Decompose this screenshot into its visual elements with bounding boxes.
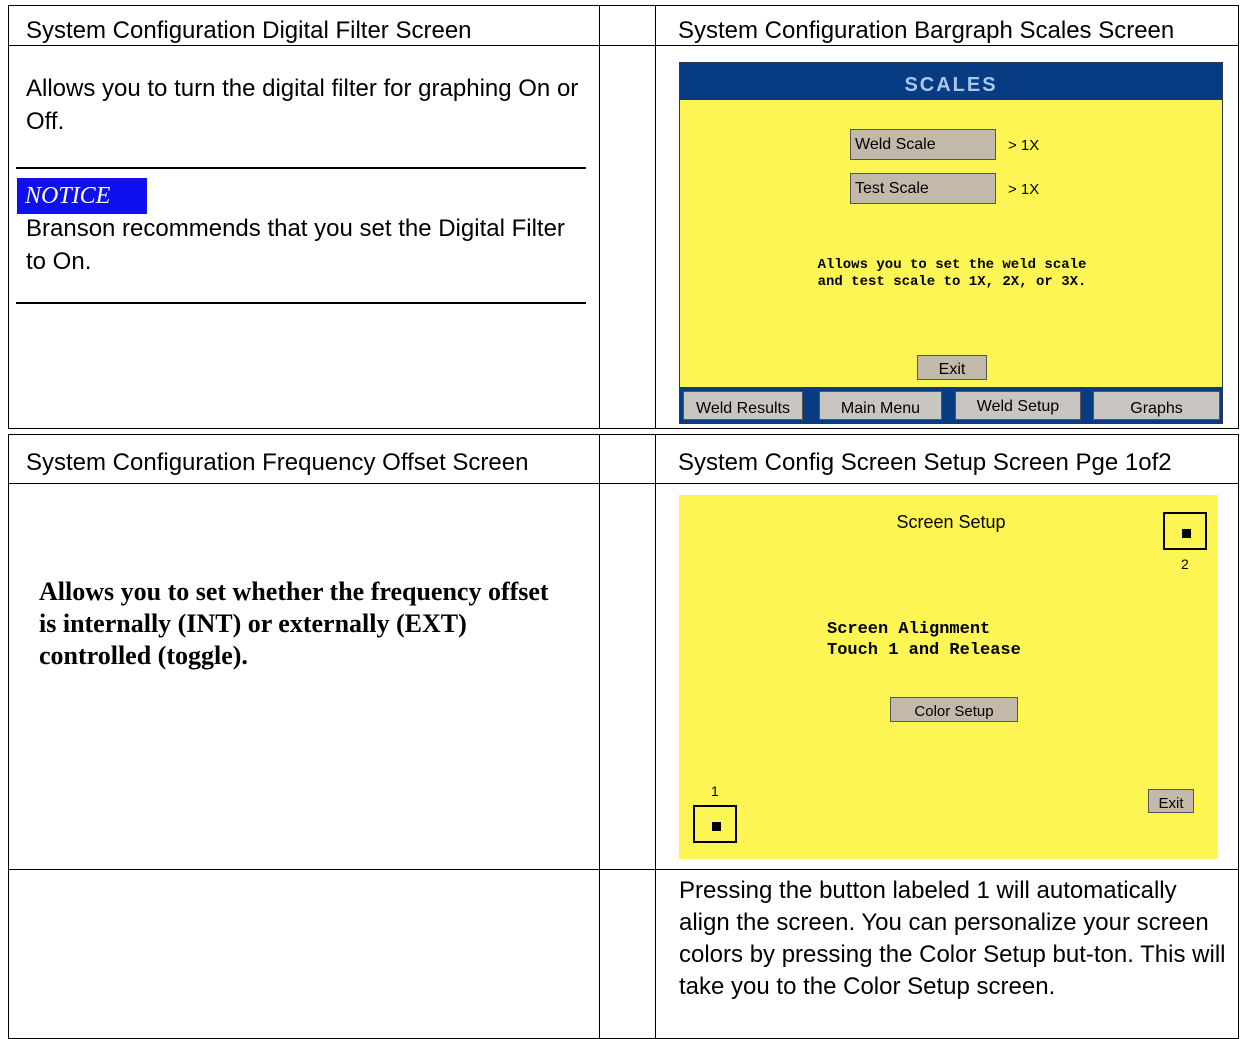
notice-bottom-rule <box>16 302 586 304</box>
notice-top-rule <box>16 167 586 169</box>
alignment-message: Screen Alignment Touch 1 and Release <box>827 620 1021 660</box>
exit-button[interactable]: Exit <box>917 355 987 380</box>
row3-spacer <box>599 869 656 1039</box>
color-setup-button[interactable]: Color Setup <box>890 697 1018 722</box>
test-scale-button[interactable]: Test Scale <box>850 173 996 204</box>
screen-setup-description: Pressing the button labeled 1 will autom… <box>679 877 1226 1000</box>
header-text: System Configuration Frequency Offset Sc… <box>26 449 529 476</box>
target-2-label: 2 <box>1181 556 1189 572</box>
frequency-offset-description: Allows you to set whether the frequency … <box>39 577 549 670</box>
header-text: System Configuration Bargraph Scales Scr… <box>678 17 1175 44</box>
weld-scale-value: > 1X <box>1008 137 1040 154</box>
row2-left-header: System Configuration Frequency Offset Sc… <box>8 434 600 484</box>
button-label: Weld Scale <box>855 136 936 153</box>
header-text: System Configuration Digital Filter Scre… <box>26 17 472 44</box>
row2-right-header: System Config Screen Setup Screen Pge 1o… <box>655 434 1239 484</box>
button-label: Color Setup <box>914 703 994 720</box>
target-1-label: 1 <box>711 783 719 799</box>
screen-setup-screen: Screen Setup 2 Screen Alignment Touch 1 … <box>679 495 1218 859</box>
bottom-nav-bar: Weld Results Main Menu Weld Setup Graphs <box>680 387 1222 423</box>
target-dot-icon <box>1182 529 1191 538</box>
alignment-target-1[interactable] <box>693 805 737 843</box>
row2-spacer-header <box>599 434 656 484</box>
row1-spacer-header <box>599 5 656 46</box>
screen-setup-title: Screen Setup <box>896 512 1006 532</box>
test-scale-value: > 1X <box>1008 181 1040 198</box>
digital-filter-description: Allows you to turn the digital filter fo… <box>26 75 579 135</box>
button-label: Exit <box>938 361 966 378</box>
row1-right-header: System Configuration Bargraph Scales Scr… <box>655 5 1239 46</box>
row3-left <box>8 869 600 1039</box>
alignment-target-2[interactable] <box>1163 512 1207 550</box>
notice-label: NOTICE <box>17 178 147 214</box>
scales-screen: SCALES Weld Scale > 1X Test Scale > 1X A… <box>679 62 1223 424</box>
button-label: Test Scale <box>855 180 929 197</box>
button-label: Exit <box>1158 795 1184 812</box>
scales-message: Allows you to set the weld scale and tes… <box>817 257 1087 290</box>
target-dot-icon <box>712 822 721 831</box>
nav-main-menu-button[interactable]: Main Menu <box>819 391 942 420</box>
header-text: System Config Screen Setup Screen Pge 1o… <box>678 449 1172 476</box>
nav-weld-results-button[interactable]: Weld Results <box>683 391 803 420</box>
weld-scale-button[interactable]: Weld Scale <box>850 129 996 160</box>
row2-spacer-body <box>599 483 656 870</box>
scales-title: SCALES <box>680 63 1222 100</box>
notice-text: Branson recommends that you set the Digi… <box>26 215 565 275</box>
row1-left-header: System Configuration Digital Filter Scre… <box>8 5 600 46</box>
nav-graphs-button[interactable]: Graphs <box>1093 391 1220 420</box>
exit-button[interactable]: Exit <box>1148 789 1194 813</box>
nav-weld-setup-button[interactable]: Weld Setup <box>955 391 1081 420</box>
row2-left-body <box>8 483 600 870</box>
row1-spacer-body <box>599 45 656 429</box>
